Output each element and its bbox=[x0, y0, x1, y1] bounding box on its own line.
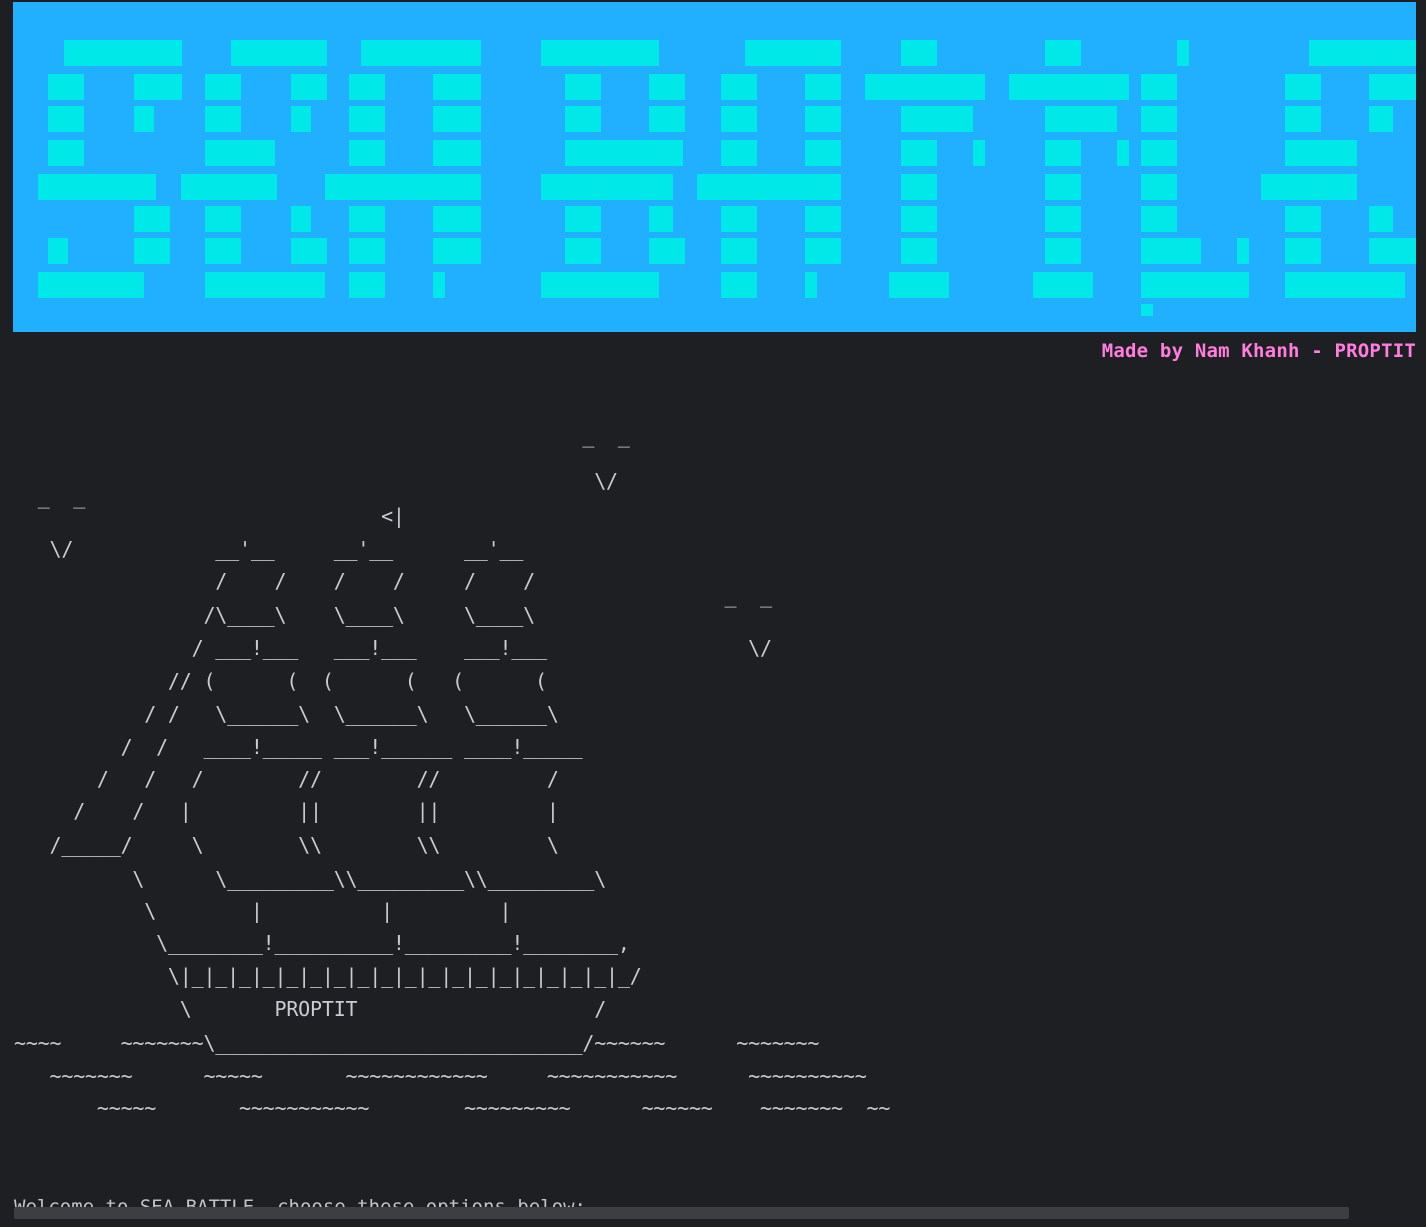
logo-block-l bbox=[1141, 272, 1249, 298]
logo-block-l bbox=[1141, 174, 1177, 200]
logo-block-e2 bbox=[1285, 140, 1357, 166]
logo-block-t2 bbox=[1045, 106, 1117, 132]
logo-block-e2 bbox=[1285, 74, 1321, 100]
ascii-art-line: ~~~~~ ~~~~~~~~~~~ ~~~~~~~~~ ~~~~~~ ~~~~~… bbox=[14, 1096, 891, 1120]
logo-block-t2 bbox=[1045, 174, 1081, 200]
ascii-art-line: /\____\ \____\ \____\ ‾ ‾ bbox=[14, 603, 772, 627]
logo-block-t2 bbox=[1033, 272, 1093, 298]
logo-block-e2 bbox=[1285, 206, 1321, 232]
ascii-art-line: ~~~~~~~ ~~~~~ ~~~~~~~~~~~~ ~~~~~~~~~~~ ~… bbox=[14, 1064, 867, 1088]
logo-block-l bbox=[1141, 206, 1177, 232]
logo-block-l bbox=[1141, 74, 1177, 100]
horizontal-scrollbar[interactable] bbox=[14, 1207, 1349, 1219]
logo-block-l bbox=[1141, 304, 1153, 316]
logo-block-e2 bbox=[1369, 238, 1416, 264]
ascii-ship-art: ‾ ‾ \/ ‾ ‾ <| \/ __'__ __'__ __'__ / / /… bbox=[14, 0, 1014, 1140]
ascii-art-line: /_____/ \ \\ \\ \ bbox=[14, 833, 559, 857]
logo-block-t2 bbox=[1009, 74, 1129, 100]
ascii-art-line: \________!__________!_________!________, bbox=[14, 931, 630, 955]
ascii-art-line: \/ __'__ __'__ __'__ bbox=[14, 537, 524, 561]
ascii-art-line: / / | || || | bbox=[14, 799, 559, 823]
ascii-art-line: // ( ( ( ( ( ( bbox=[14, 669, 547, 693]
ascii-art-line: / / ____!_____ ___!______ ____!_____ bbox=[14, 735, 583, 759]
author-credit: Made by Nam Khanh - PROPTIT bbox=[1101, 340, 1416, 362]
logo-block-t2 bbox=[1045, 140, 1081, 166]
ascii-art-line: \/ bbox=[14, 469, 618, 493]
ascii-art-line: \|_|_|_|_|_|_|_|_|_|_|_|_|_|_|_|_|_|_|_/ bbox=[14, 964, 642, 988]
logo-block-l bbox=[1141, 238, 1201, 264]
ascii-art-line: ‾ ‾ bbox=[14, 443, 630, 467]
ascii-art-line: / / \______\ \______\ \______\ bbox=[14, 702, 559, 726]
ascii-art-line: \ \_________\\_________\\_________\ bbox=[14, 867, 607, 891]
logo-block-t2 bbox=[1045, 206, 1081, 232]
logo-block-l bbox=[1177, 40, 1189, 66]
logo-block-e2 bbox=[1369, 74, 1416, 100]
logo-block-l bbox=[1141, 106, 1177, 132]
logo-block-e2 bbox=[1285, 238, 1321, 264]
logo-block-t2 bbox=[1045, 40, 1081, 66]
ascii-art-line: / ___!___ ___!___ ___!___ \/ bbox=[14, 636, 772, 660]
ascii-art-line: / / / / / / bbox=[14, 569, 536, 593]
ascii-art-line: \ PROPTIT / bbox=[14, 997, 607, 1021]
logo-block-e2 bbox=[1369, 206, 1393, 232]
logo-block-e2 bbox=[1285, 106, 1321, 132]
ascii-art-line: \ | | | bbox=[14, 899, 512, 923]
ascii-art-line: ‾ ‾ <| bbox=[14, 504, 405, 528]
logo-block-t2 bbox=[1045, 238, 1081, 264]
logo-block-e2 bbox=[1261, 174, 1357, 200]
logo-block-e2 bbox=[1309, 40, 1416, 66]
logo-block-t2 bbox=[1117, 140, 1129, 166]
logo-block-e2 bbox=[1285, 272, 1405, 298]
logo-block-l bbox=[1237, 238, 1249, 264]
logo-block-e2 bbox=[1369, 106, 1393, 132]
logo-block-l bbox=[1141, 140, 1177, 166]
ascii-art-line: / / / // // / bbox=[14, 767, 559, 791]
ascii-art-line: ~~~~ ~~~~~~~\___________________________… bbox=[14, 1031, 820, 1055]
